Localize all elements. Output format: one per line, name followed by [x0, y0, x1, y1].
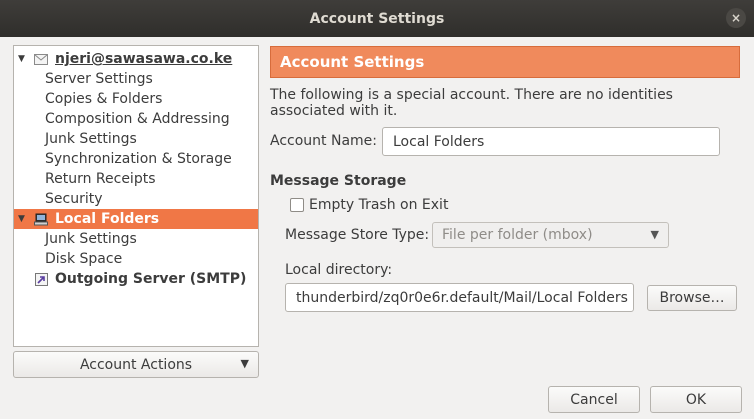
expander-down-icon[interactable]: ▼	[18, 54, 25, 64]
tree-item-label: njeri@sawasawa.co.ke	[55, 51, 233, 67]
account-actions-button[interactable]: Account Actions ▼	[13, 351, 259, 378]
tree-item-server-settings[interactable]: Server Settings	[14, 69, 258, 89]
tree-item-label: Copies & Folders	[45, 91, 163, 107]
tree-item-label: Composition & Addressing	[45, 111, 230, 127]
tree-item-label: Return Receipts	[45, 171, 156, 187]
tree-item-label: Security	[45, 191, 103, 207]
title-bar: Account Settings ×	[0, 0, 754, 37]
local-directory-input[interactable]: thunderbird/zq0r0e6r.default/Mail/Local …	[285, 283, 634, 312]
tree-item-label: Synchronization & Storage	[45, 151, 232, 167]
browse-label: Browse…	[659, 290, 725, 306]
tree-item-junk-settings-local[interactable]: Junk Settings	[14, 229, 258, 249]
tree-item-label: Junk Settings	[45, 231, 137, 247]
chevron-down-icon: ▼	[650, 228, 659, 241]
local-directory-value: thunderbird/zq0r0e6r.default/Mail/Local …	[296, 289, 628, 306]
store-type-value: File per folder (mbox)	[442, 227, 593, 243]
envelope-icon	[33, 52, 49, 66]
tree-item-label: Junk Settings	[45, 131, 137, 147]
tree-item-synchronization-storage[interactable]: Synchronization & Storage	[14, 149, 258, 169]
tree-item-label: Disk Space	[45, 251, 123, 267]
account-name-label: Account Name:	[270, 133, 377, 149]
empty-trash-label[interactable]: Empty Trash on Exit	[309, 197, 448, 213]
tree-item-composition-addressing[interactable]: Composition & Addressing	[14, 109, 258, 129]
close-button[interactable]: ×	[726, 8, 746, 28]
cancel-button[interactable]: Cancel	[548, 386, 640, 413]
account-description: The following is a special account. Ther…	[270, 87, 673, 119]
account-actions-label: Account Actions	[79, 356, 193, 373]
tree-item-security[interactable]: Security	[14, 189, 258, 209]
outgoing-server-icon	[33, 272, 49, 286]
ok-label: OK	[685, 391, 707, 408]
window-title: Account Settings	[309, 10, 445, 27]
chevron-down-icon: ▼	[240, 357, 249, 370]
tree-item-outgoing-server[interactable]: Outgoing Server (SMTP)	[14, 269, 258, 289]
tree-item-account[interactable]: ▼ njeri@sawasawa.co.ke	[14, 49, 258, 69]
local-directory-label: Local directory:	[285, 262, 393, 278]
tree-item-local-folders[interactable]: ▼ Local Folders	[14, 209, 258, 229]
panel-heading-text: Account Settings	[280, 53, 425, 71]
browse-button[interactable]: Browse…	[647, 285, 737, 311]
panel-heading: Account Settings	[270, 46, 740, 78]
store-type-select[interactable]: File per folder (mbox) ▼	[432, 222, 669, 248]
cancel-label: Cancel	[570, 391, 618, 408]
account-name-value: Local Folders	[393, 133, 485, 150]
tree-item-junk-settings[interactable]: Junk Settings	[14, 129, 258, 149]
tree-item-return-receipts[interactable]: Return Receipts	[14, 169, 258, 189]
tree-item-label: Local Folders	[55, 211, 160, 227]
expander-down-icon[interactable]: ▼	[18, 214, 25, 224]
tree-item-copies-folders[interactable]: Copies & Folders	[14, 89, 258, 109]
close-icon: ×	[730, 11, 742, 25]
tree-item-label: Outgoing Server (SMTP)	[55, 271, 247, 287]
store-type-label: Message Store Type:	[285, 227, 430, 243]
computer-icon	[33, 212, 49, 226]
tree-item-disk-space[interactable]: Disk Space	[14, 249, 258, 269]
account-name-input[interactable]: Local Folders	[382, 127, 720, 156]
ok-button[interactable]: OK	[650, 386, 742, 413]
message-storage-heading: Message Storage	[270, 173, 407, 189]
account-tree[interactable]: ▼ njeri@sawasawa.co.ke Server Settings C…	[13, 45, 259, 347]
tree-item-label: Server Settings	[45, 71, 153, 87]
empty-trash-checkbox[interactable]	[290, 198, 304, 212]
